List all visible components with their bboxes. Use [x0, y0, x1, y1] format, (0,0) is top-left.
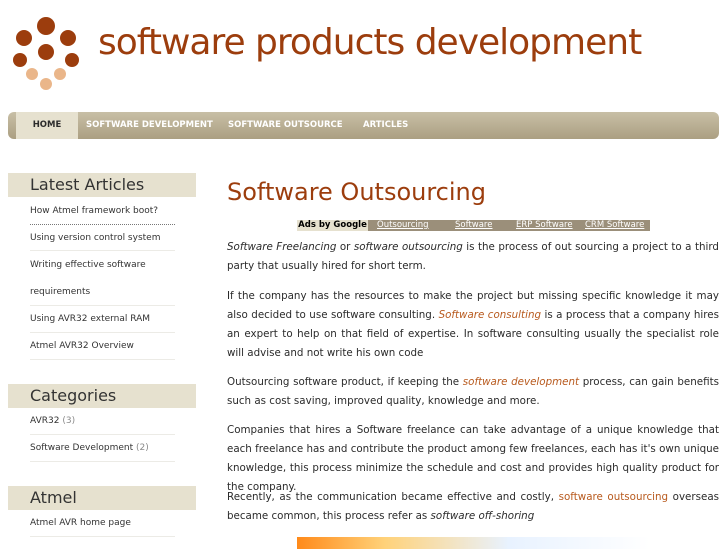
site-logo-flower-icon[interactable] — [6, 12, 86, 92]
paragraph-freelance-advantages: Companies that hires a Software freelanc… — [227, 421, 719, 497]
sidebar-divider — [30, 536, 175, 537]
text: or — [336, 241, 354, 253]
text: Recently, as the communication became ef… — [227, 491, 559, 503]
paragraph-consulting: If the company has the resources to make… — [227, 287, 719, 363]
sidebar-divider — [30, 461, 175, 462]
latest-articles-heading: Latest Articles — [8, 173, 196, 197]
category-count: (3) — [62, 416, 76, 426]
sidebar-article-link[interactable]: requirements — [30, 287, 175, 297]
term-software-off-shoring: software off-shoring — [430, 510, 535, 522]
paragraph-freelancing: Software Freelancing or software outsour… — [227, 238, 719, 276]
google-ads-bar: Ads by Google Outsourcing Software ERP S… — [297, 220, 650, 231]
sidebar-divider — [30, 332, 175, 333]
ad-link-crm-software[interactable]: CRM Software — [585, 220, 644, 231]
ad-link-outsourcing[interactable]: Outsourcing — [377, 220, 429, 231]
sidebar-article-link[interactable]: Using AVR32 external RAM — [30, 314, 175, 324]
sidebar-divider — [30, 434, 175, 435]
software-consulting-link[interactable]: Software consulting — [439, 309, 541, 321]
site-title[interactable]: software products development — [98, 22, 642, 63]
nav-software-outsource-tab[interactable]: SOFTWARE OUTSOURCE — [228, 112, 343, 139]
sidebar-divider — [30, 305, 175, 306]
nav-software-development-tab[interactable]: SOFTWARE DEVELOPMENT — [86, 112, 213, 139]
ad-banner-image[interactable] — [297, 537, 650, 549]
ad-link-erp-software[interactable]: ERP Software — [516, 220, 573, 231]
category-label[interactable]: Software Development — [30, 443, 133, 453]
text: Outsourcing software product, if keeping… — [227, 376, 463, 388]
sidebar-divider — [30, 224, 175, 225]
categories-heading: Categories — [8, 384, 196, 408]
category-link-avr32[interactable]: AVR32 (3) — [30, 416, 175, 426]
sidebar-article-link[interactable]: Using version control system — [30, 233, 175, 243]
term-software-freelancing: Software Freelancing — [227, 241, 337, 253]
ad-link-software[interactable]: Software — [455, 220, 492, 231]
sidebar-divider — [30, 359, 175, 360]
ads-by-google-label[interactable]: Ads by Google — [297, 220, 368, 231]
nav-home-tab[interactable]: HOME — [16, 112, 78, 139]
sidebar-article-link[interactable]: How Atmel framework boot? — [30, 206, 175, 216]
main-navigation: HOME SOFTWARE DEVELOPMENT SOFTWARE OUTSO… — [8, 112, 719, 139]
category-label[interactable]: AVR32 — [30, 416, 59, 426]
atmel-heading: Atmel — [8, 486, 196, 510]
paragraph-benefits: Outsourcing software product, if keeping… — [227, 373, 719, 411]
sidebar-divider — [30, 250, 175, 251]
paragraph-offshoring: Recently, as the communication became ef… — [227, 488, 719, 526]
software-outsourcing-link[interactable]: software outsourcing — [559, 491, 668, 503]
software-development-link[interactable]: software development — [463, 376, 579, 388]
term-software-outsourcing: software outsourcing — [353, 241, 463, 253]
sidebar-article-link[interactable]: Writing effective software — [30, 260, 175, 270]
category-link-software-development[interactable]: Software Development (2) — [30, 443, 175, 453]
sidebar-article-link[interactable]: Atmel AVR32 Overview — [30, 341, 175, 351]
atmel-avr-home-link[interactable]: Atmel AVR home page — [30, 518, 175, 528]
nav-articles-tab[interactable]: ARTICLES — [363, 112, 408, 139]
page-title: Software Outsourcing — [227, 178, 486, 206]
text: Companies that hires a Software freelanc… — [227, 424, 719, 493]
category-count: (2) — [136, 443, 149, 453]
